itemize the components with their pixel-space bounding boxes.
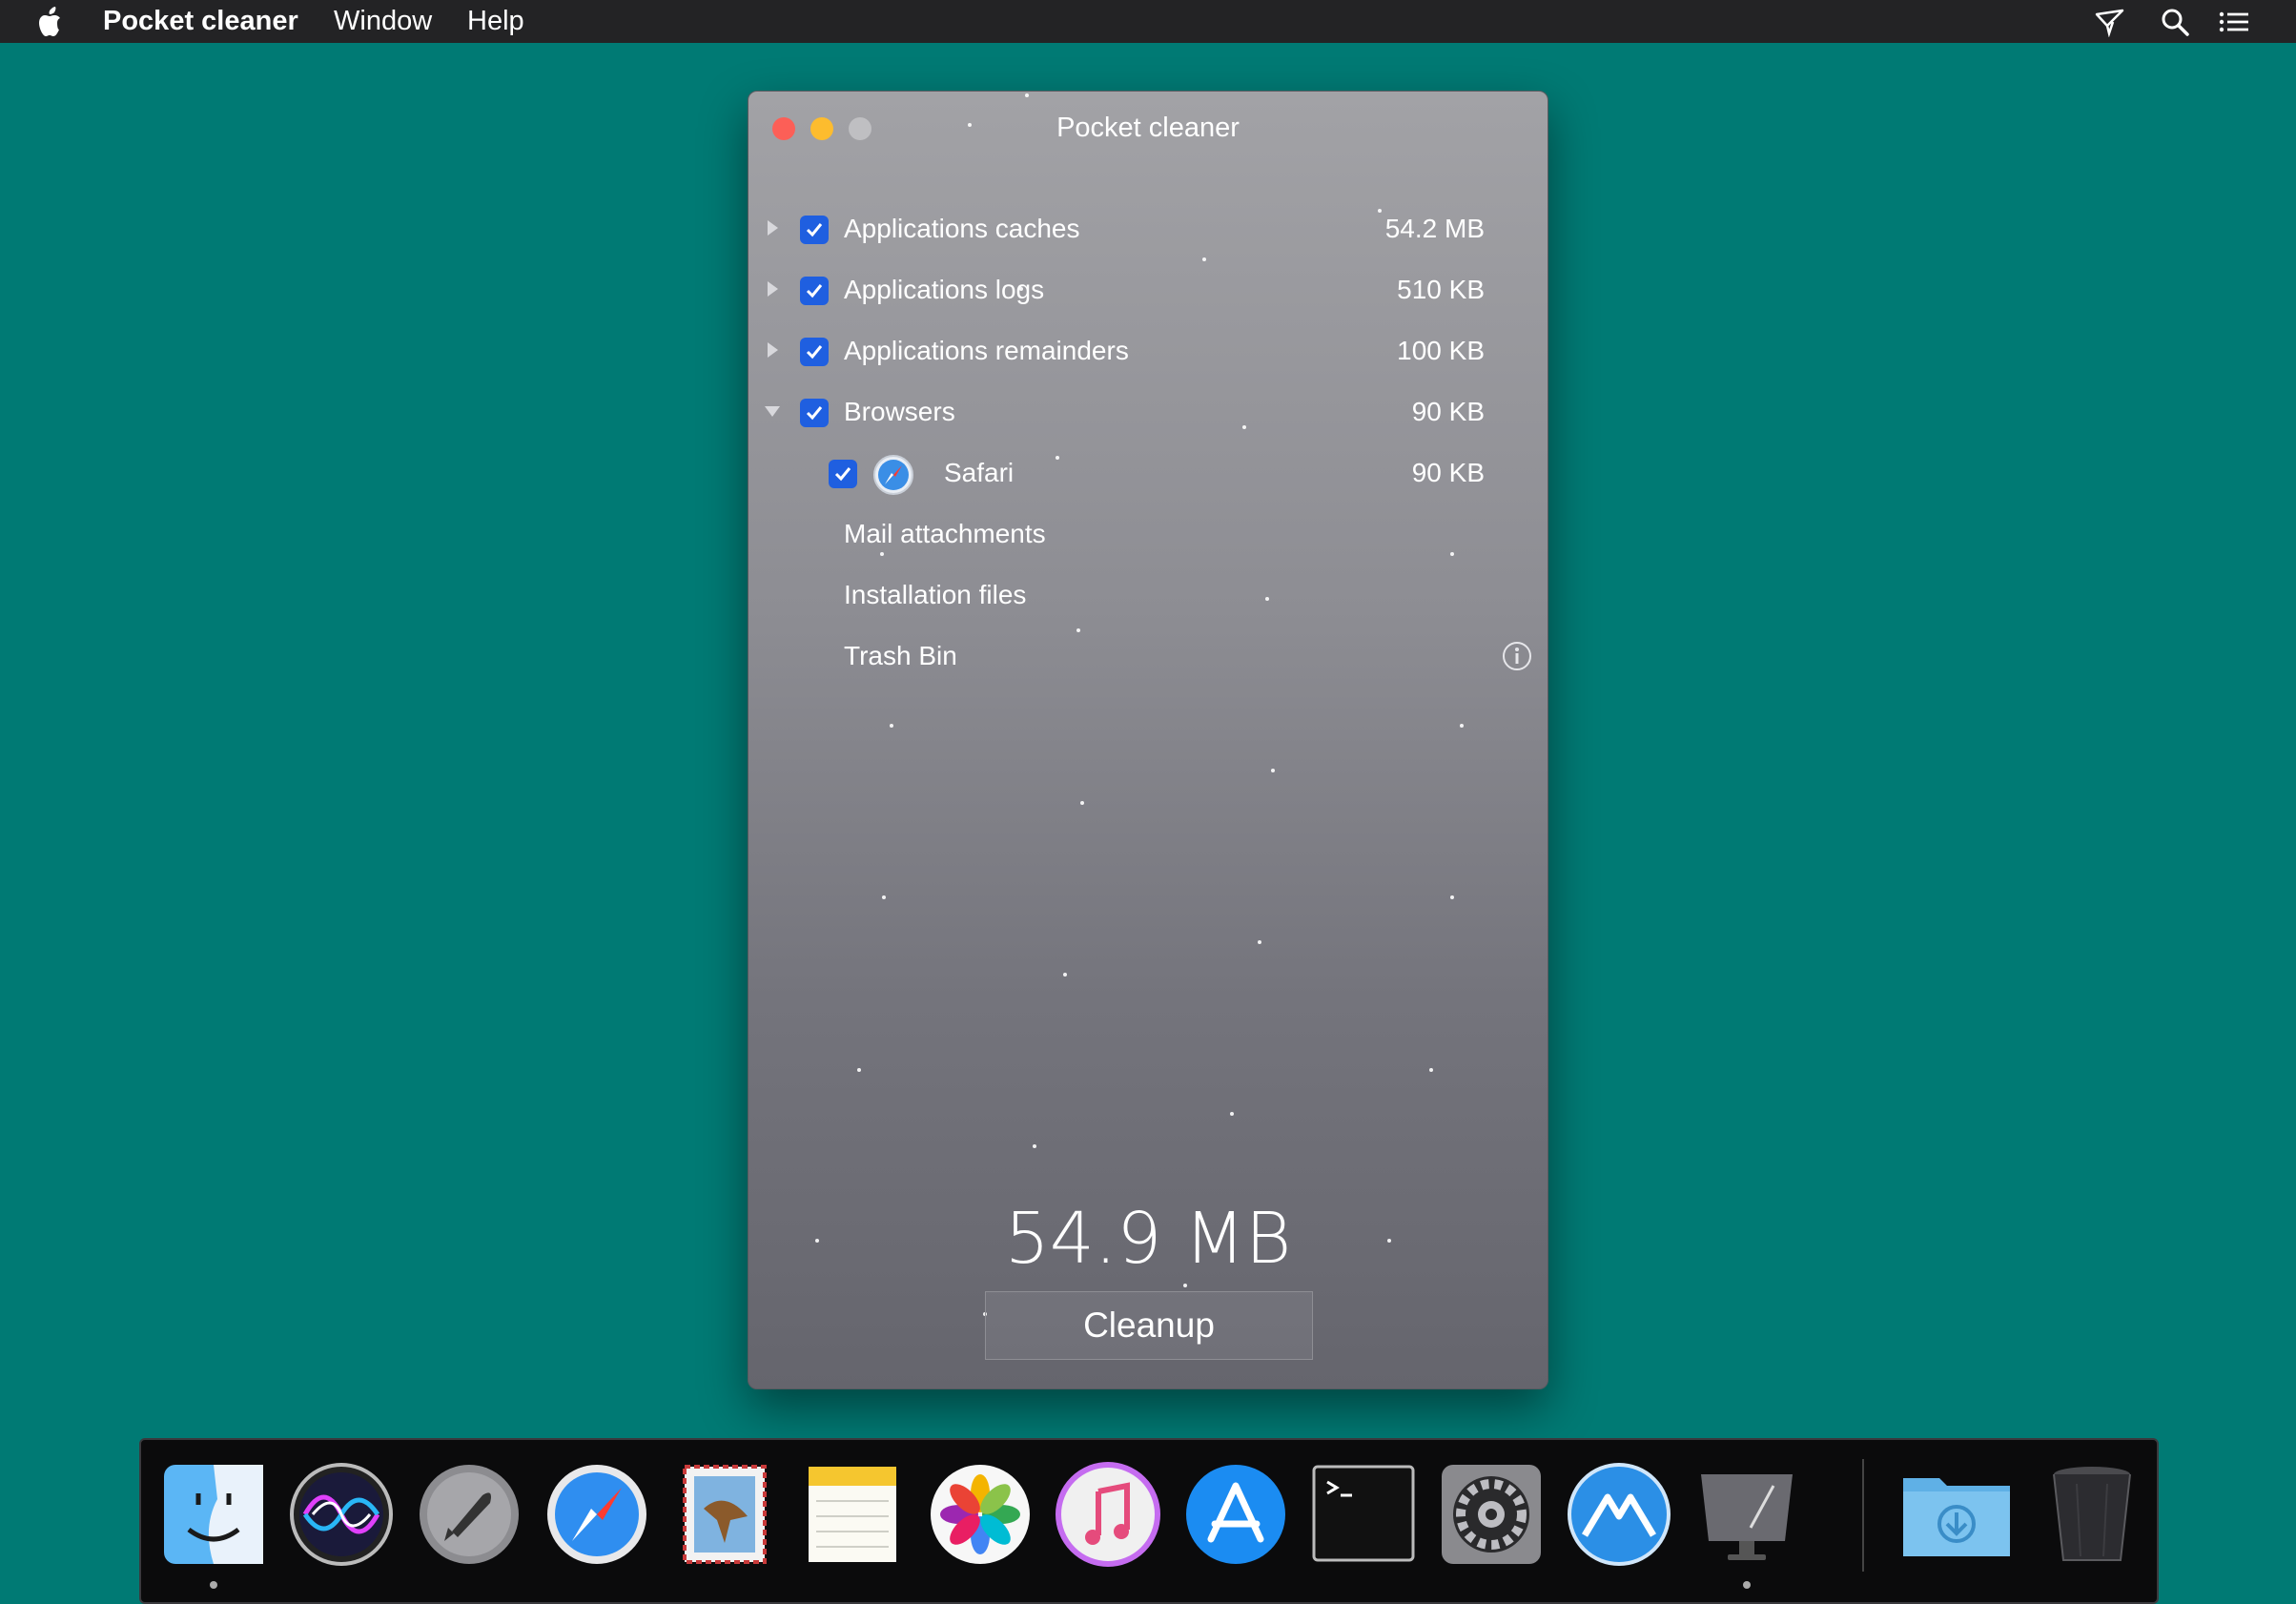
row-label: Trash Bin xyxy=(844,641,957,670)
row-label: Browsers xyxy=(844,397,955,426)
running-indicator xyxy=(210,1581,217,1589)
row-size: 54.2 MB xyxy=(1384,214,1485,243)
list-item[interactable]: Trash Bin xyxy=(748,631,1548,685)
system-preferences-icon[interactable] xyxy=(1438,1461,1545,1568)
info-icon[interactable] xyxy=(1501,640,1533,672)
trash-icon[interactable] xyxy=(2039,1461,2145,1568)
row-label: Applications logs xyxy=(844,275,1045,304)
list-item[interactable]: Mail attachments xyxy=(748,509,1548,563)
cleanup-button[interactable]: Cleanup xyxy=(985,1291,1313,1360)
dock xyxy=(139,1438,2159,1604)
checkmark-icon xyxy=(834,467,851,482)
launchpad-icon[interactable] xyxy=(416,1461,523,1568)
mail-icon[interactable] xyxy=(671,1461,778,1568)
list-item[interactable]: Applications remainders 100 KB xyxy=(748,326,1548,380)
search-icon[interactable] xyxy=(2159,7,2191,37)
list-item[interactable]: Applications logs 510 KB xyxy=(748,265,1548,319)
disclosure-triangle-right-icon[interactable] xyxy=(762,339,783,360)
row-label: Mail attachments xyxy=(844,519,1046,548)
checkbox[interactable] xyxy=(800,216,829,244)
list-item[interactable]: Applications caches 54.2 MB xyxy=(748,204,1548,257)
downloads-folder-icon[interactable] xyxy=(1897,1461,2016,1568)
row-size: 90 KB xyxy=(1411,397,1485,426)
row-size: 100 KB xyxy=(1397,336,1485,365)
finder-icon[interactable] xyxy=(160,1461,267,1568)
list-item[interactable]: Safari 90 KB xyxy=(748,448,1548,502)
pocket-cleaner-window: Pocket cleaner Applications caches 54.2 … xyxy=(748,91,1548,1389)
row-label: Applications remainders xyxy=(844,336,1129,365)
checkmark-icon xyxy=(806,284,823,298)
menu-app-name[interactable]: Pocket cleaner xyxy=(103,6,298,37)
disclosure-triangle-right-icon[interactable] xyxy=(762,278,783,299)
photos-icon[interactable] xyxy=(927,1461,1034,1568)
row-label: Applications caches xyxy=(844,214,1080,243)
disclosure-triangle-right-icon[interactable] xyxy=(762,217,783,238)
row-size: 510 KB xyxy=(1397,275,1485,304)
checkbox[interactable] xyxy=(800,277,829,305)
total-size: 54.9 MB xyxy=(1004,1198,1292,1280)
apple-icon[interactable] xyxy=(36,6,67,38)
menu-window[interactable]: Window xyxy=(334,6,432,37)
notes-icon[interactable] xyxy=(799,1461,906,1568)
airplane-send-icon[interactable] xyxy=(2094,7,2126,37)
menu-help[interactable]: Help xyxy=(467,6,524,37)
checkbox[interactable] xyxy=(800,338,829,366)
checkbox[interactable] xyxy=(800,399,829,427)
checkbox[interactable] xyxy=(829,460,857,488)
window-title: Pocket cleaner xyxy=(1056,113,1240,143)
row-label: Installation files xyxy=(844,580,1027,609)
row-size: 90 KB xyxy=(1411,458,1485,487)
app-store-icon[interactable] xyxy=(1182,1461,1289,1568)
checkmark-icon xyxy=(806,223,823,237)
itunes-icon[interactable] xyxy=(1055,1461,1161,1568)
siri-icon[interactable] xyxy=(288,1461,395,1568)
list-item[interactable]: Browsers 90 KB xyxy=(748,387,1548,441)
list-item[interactable]: Installation files xyxy=(748,570,1548,624)
pocket-cleaner-icon[interactable] xyxy=(1566,1461,1672,1568)
row-label: Safari xyxy=(944,458,1015,487)
running-indicator xyxy=(1743,1581,1751,1589)
terminal-icon[interactable] xyxy=(1310,1461,1417,1568)
safari-icon[interactable] xyxy=(543,1461,650,1568)
menu-bar: Pocket cleaner Window Help xyxy=(0,0,2296,43)
checkmark-icon xyxy=(806,345,823,360)
dock-separator xyxy=(1862,1459,1864,1572)
disclosure-triangle-down-icon[interactable] xyxy=(762,401,783,422)
safari-icon xyxy=(873,455,913,495)
display-icon[interactable] xyxy=(1693,1461,1800,1568)
list-icon[interactable] xyxy=(2218,7,2250,37)
checkmark-icon xyxy=(806,406,823,421)
